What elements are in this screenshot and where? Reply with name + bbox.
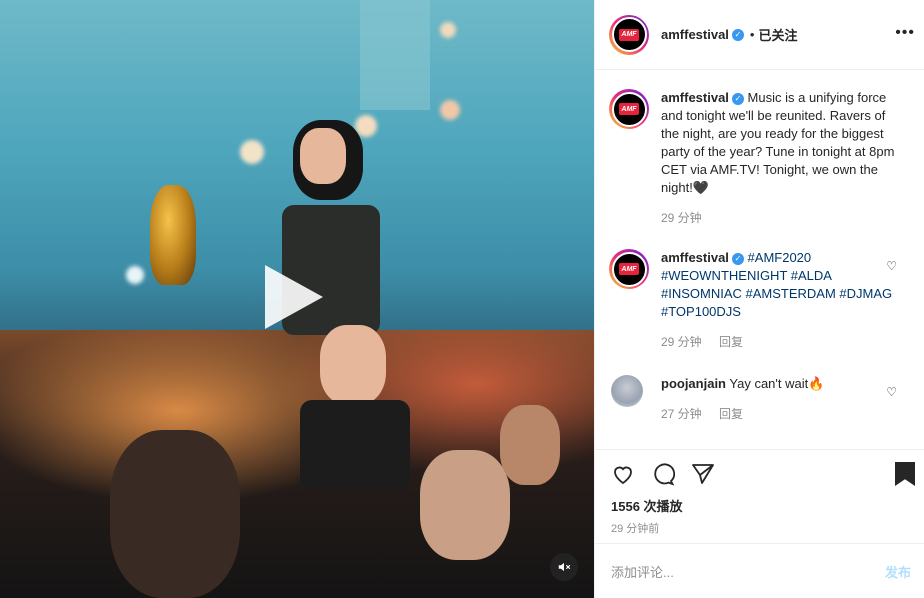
comment-item: poojanjain Yay can't wait🔥 27 分钟 回复 ♡ — [609, 375, 919, 423]
man-face — [320, 325, 386, 405]
stage-structure — [360, 0, 430, 110]
comment-time[interactable]: 29 分钟 — [661, 335, 702, 349]
save-bookmark-icon[interactable] — [895, 462, 915, 486]
reply-button[interactable]: 回复 — [719, 407, 743, 421]
play-icon[interactable] — [265, 265, 323, 329]
post-timestamp[interactable]: 29 分钟前 — [611, 520, 659, 536]
post-actions: 1556 次播放 29 分钟前 — [595, 449, 924, 543]
stage-light — [126, 266, 144, 284]
amf-logo: AMF — [619, 28, 639, 41]
post-header: AMF amffestival ✓ • 已关注 ••• — [595, 0, 924, 70]
comment-input[interactable]: 添加评论... — [611, 562, 885, 581]
more-options-icon[interactable]: ••• — [895, 24, 915, 42]
verified-badge-icon: ✓ — [731, 252, 744, 265]
view-count[interactable]: 1556 次播放 — [611, 496, 683, 515]
woman-face — [300, 128, 346, 184]
comment-author[interactable]: poojanjain — [661, 376, 726, 391]
following-button[interactable]: 已关注 — [758, 25, 797, 44]
author-avatar[interactable]: AMF — [609, 249, 649, 289]
verified-badge-icon: ✓ — [731, 92, 744, 105]
reply-button[interactable]: 回复 — [719, 335, 743, 349]
crowd-face — [500, 405, 560, 485]
comment-composer: 添加评论... 发布 — [595, 543, 924, 598]
separator: • — [749, 27, 755, 42]
amf-logo: AMF — [619, 263, 639, 275]
amf-logo: AMF — [619, 103, 639, 115]
comment-item: AMF amffestival ✓ #AMF2020 #WEOWNTHENIGHT… — [609, 249, 919, 351]
share-paper-plane-icon[interactable] — [691, 462, 715, 486]
comments-list: AMF amffestival ✓ Music is a unifying for… — [595, 71, 924, 449]
stage-light — [240, 140, 264, 164]
post-comment-button[interactable]: 发布 — [885, 562, 911, 581]
man-shirt — [300, 400, 410, 490]
comment-time[interactable]: 27 分钟 — [661, 407, 702, 421]
mute-button[interactable] — [550, 553, 578, 581]
commenter-avatar[interactable] — [611, 375, 643, 407]
stage-light — [440, 100, 460, 120]
stage-light — [440, 22, 456, 38]
post-video[interactable] — [0, 0, 594, 598]
like-heart-icon[interactable] — [611, 462, 635, 486]
comment-time[interactable]: 29 分钟 — [661, 211, 702, 225]
comment-text: Yay can't wait🔥 — [729, 376, 825, 391]
like-comment-heart-icon[interactable]: ♡ — [886, 259, 897, 273]
comment-bubble-icon[interactable] — [651, 462, 675, 486]
like-comment-heart-icon[interactable]: ♡ — [886, 385, 897, 399]
crowd-face — [420, 450, 510, 560]
caption: AMF amffestival ✓ Music is a unifying for… — [609, 89, 919, 227]
comment-author[interactable]: amffestival — [661, 250, 729, 265]
speaker-muted-icon — [558, 562, 571, 572]
author-username[interactable]: amffestival — [661, 27, 729, 42]
author-avatar[interactable]: AMF — [609, 14, 649, 55]
verified-badge-icon: ✓ — [731, 28, 744, 41]
post-side-panel: AMF amffestival ✓ • 已关注 ••• AMF amffesti… — [594, 0, 924, 598]
crowd-head — [110, 430, 240, 598]
author-avatar[interactable]: AMF — [609, 89, 649, 129]
instagram-post-modal: AMF amffestival ✓ • 已关注 ••• AMF amffesti… — [0, 0, 924, 598]
comment-author[interactable]: amffestival — [661, 90, 729, 105]
trophy — [150, 185, 196, 285]
comment-text: Music is a unifying force and tonight we… — [661, 90, 895, 195]
